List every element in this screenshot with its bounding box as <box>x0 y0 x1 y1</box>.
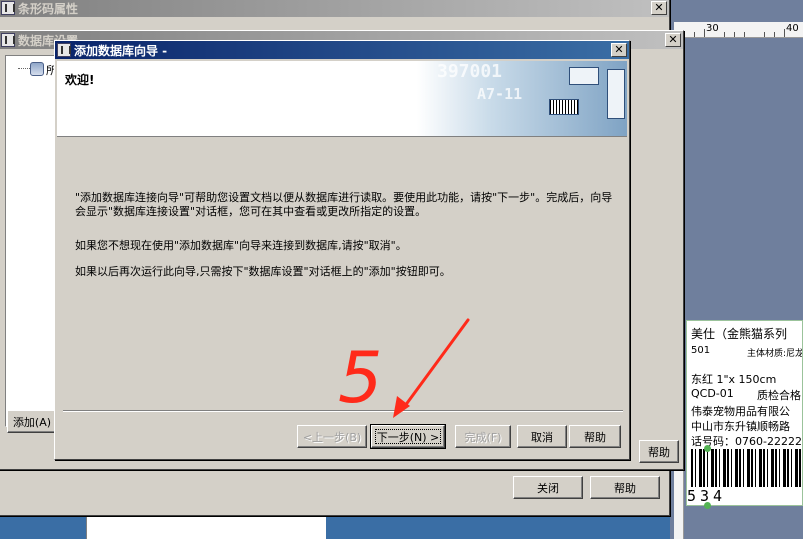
barcode-icon <box>1 1 15 15</box>
wizard-header-title: 欢迎! <box>65 73 95 87</box>
label-line-2: 501 <box>691 345 711 356</box>
help-button[interactable]: 帮助 <box>569 425 621 448</box>
wizard-paragraph-2: 如果您不想现在使用"添加数据库"向导来连接到数据库,请按"取消"。 <box>75 239 407 252</box>
database-icon <box>1 33 15 47</box>
wizard-header: 欢迎! 397001 A7-11 <box>57 61 627 137</box>
label-line-3: 主体材质:尼龙 <box>747 349 803 359</box>
add-database-button[interactable]: 添加(A) <box>7 410 57 433</box>
label-line-1: 美仕（金熊猫系列 <box>691 327 788 341</box>
wizard-body: "添加数据库连接向导"可帮助您设置文档以便从数据库进行读取。要使用此功能，请按"… <box>75 191 615 291</box>
database-tree-icon <box>30 62 44 76</box>
banner-text-2: A7-11 <box>477 85 523 103</box>
ruler-mark-40: 40 <box>786 23 799 34</box>
back-button[interactable]: <上一步(B) <box>297 425 367 448</box>
barcode-close-button[interactable]: 关闭 <box>513 476 583 499</box>
wizard-titlebar[interactable]: 添加数据库向导 - ✕ <box>55 41 629 59</box>
button-separator <box>63 410 623 412</box>
wizard-paragraph-1: "添加数据库连接向导"可帮助您设置文档以便从数据库进行读取。要使用此功能，请按"… <box>75 191 613 218</box>
barcode-window-close-button[interactable]: ✕ <box>651 1 667 15</box>
horizontal-ruler: 30 40 <box>674 22 803 38</box>
selection-handle[interactable] <box>704 502 711 509</box>
barcode-image <box>691 449 802 487</box>
barcode-help-button[interactable]: 帮助 <box>590 476 660 499</box>
wizard-banner-graphic: 397001 A7-11 <box>417 61 627 136</box>
label-line-4: 东红 1"x 150cm <box>691 373 777 386</box>
ruler-mark-30: 30 <box>706 23 719 34</box>
db-settings-close-button[interactable]: ✕ <box>665 33 681 47</box>
database-tree[interactable]: 所 <box>5 55 57 427</box>
wizard-icon <box>57 43 71 57</box>
label-line-8: 中山市东升镇顺畅路 <box>691 420 790 433</box>
label-line-5: QCD-01 <box>691 387 734 400</box>
label-line-7: 伟泰宠物用品有限公 <box>691 405 790 418</box>
cancel-button[interactable]: 取消 <box>517 425 567 448</box>
finish-button[interactable]: 完成(F) <box>455 425 511 448</box>
label-line-6: 质检合格 <box>757 389 801 402</box>
wizard-close-button[interactable]: ✕ <box>611 43 627 57</box>
document-icon <box>607 69 625 119</box>
selection-handle[interactable] <box>704 445 711 452</box>
next-button[interactable]: 下一步(N) > <box>370 424 446 449</box>
barcode-window-title: 条形码属性 <box>18 1 79 16</box>
label-preview[interactable]: 美仕（金熊猫系列 501 主体材质:尼龙 东红 1"x 150cm QCD-01… <box>686 320 803 506</box>
add-database-wizard: 添加数据库向导 - ✕ 欢迎! 397001 A7-11 "添加数据库连接向导"… <box>54 40 630 460</box>
banner-text-1: 397001 <box>437 61 503 82</box>
db-settings-help-button[interactable]: 帮助 <box>639 440 679 463</box>
barcode-icon <box>549 99 579 115</box>
barcode-window-titlebar[interactable]: 条形码属性 ✕ <box>0 0 669 17</box>
server-icon <box>569 67 599 85</box>
wizard-paragraph-3: 如果以后再次运行此向导,只需按下"数据库设置"对话框上的"添加"按钮即可。 <box>75 265 451 278</box>
wizard-title: 添加数据库向导 - <box>74 43 168 58</box>
